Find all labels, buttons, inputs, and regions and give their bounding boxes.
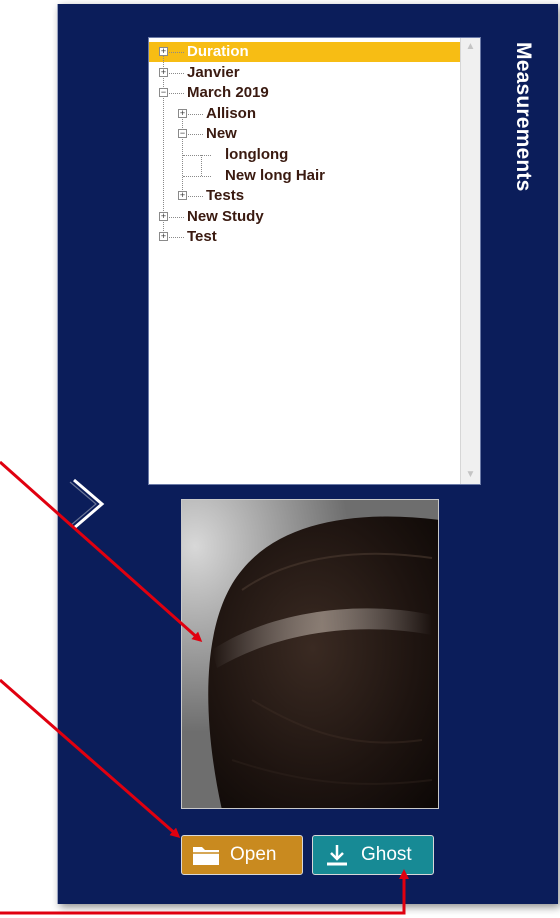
measurements-panel: + Duration + Janvier − March 2019 + Allison − New… xyxy=(58,4,558,904)
tree-item[interactable]: − New xyxy=(149,124,460,144)
tree-connector xyxy=(188,113,203,115)
tree-item-label: longlong xyxy=(225,146,289,163)
tree-connector xyxy=(169,216,184,218)
study-tree[interactable]: + Duration + Janvier − March 2019 + Allison − New… xyxy=(148,37,481,485)
open-button[interactable]: Open xyxy=(181,835,303,875)
tree-item-label: New Study xyxy=(187,207,264,225)
tree-guide-line xyxy=(163,52,164,238)
tree-list: + Duration + Janvier − March 2019 + Allison − New… xyxy=(149,38,460,484)
ghost-button-label: Ghost xyxy=(361,844,412,865)
tree-connector xyxy=(169,237,184,239)
tree-connector xyxy=(169,52,184,53)
tree-guide-line xyxy=(201,155,202,176)
folder-icon xyxy=(193,847,219,865)
tree-item[interactable]: + Janvier xyxy=(149,63,460,83)
triangle-down-icon[interactable]: ▼ xyxy=(461,466,480,484)
hair-photo xyxy=(181,499,439,809)
ghost-button[interactable]: Ghost xyxy=(312,835,434,875)
expand-icon[interactable]: + xyxy=(178,108,187,118)
expand-icon[interactable]: + xyxy=(178,191,187,201)
expand-icon[interactable]: + xyxy=(159,67,168,77)
collapse-icon[interactable]: − xyxy=(159,88,168,98)
expand-icon[interactable]: + xyxy=(159,232,168,242)
tree-item[interactable]: longlong xyxy=(149,145,460,165)
tree-item[interactable]: + Test xyxy=(149,227,460,247)
tree-scrollbar[interactable]: ▲ ▼ xyxy=(460,38,480,484)
tree-item[interactable]: + Duration xyxy=(149,42,460,62)
tree-item[interactable]: − March 2019 xyxy=(149,83,460,103)
tree-item-label: Tests xyxy=(206,187,245,205)
tree-item-label: Test xyxy=(187,228,217,246)
open-button-label: Open xyxy=(230,844,277,865)
tree-connector xyxy=(188,134,203,136)
tree-item[interactable]: + New Study xyxy=(149,207,460,227)
tree-connector xyxy=(183,155,211,156)
tree-item-label: March 2019 xyxy=(187,84,269,102)
tree-item[interactable]: New long Hair xyxy=(149,166,460,186)
tree-item-label: New xyxy=(206,125,237,143)
expand-icon[interactable]: + xyxy=(159,47,168,56)
chevron-right-icon[interactable] xyxy=(68,474,108,534)
tree-connector xyxy=(169,93,184,95)
tree-item-label: Allison xyxy=(206,104,257,122)
download-icon xyxy=(327,845,347,866)
panel-title: Measurements xyxy=(512,42,535,192)
hair-image xyxy=(182,500,438,808)
tree-item[interactable]: + Tests xyxy=(149,186,460,206)
expand-icon[interactable]: + xyxy=(159,211,168,221)
tree-item-label: Duration xyxy=(185,42,251,62)
collapse-icon[interactable]: − xyxy=(178,129,187,139)
tree-item-label: New long Hair xyxy=(225,166,326,184)
triangle-up-icon[interactable]: ▲ xyxy=(461,38,480,56)
tree-guide-line xyxy=(182,113,183,197)
tree-connector xyxy=(169,72,184,74)
tree-connector xyxy=(183,175,211,177)
tree-item-label: Janvier xyxy=(187,63,240,81)
tree-item[interactable]: + Allison xyxy=(149,104,460,124)
tree-connector xyxy=(188,196,203,198)
